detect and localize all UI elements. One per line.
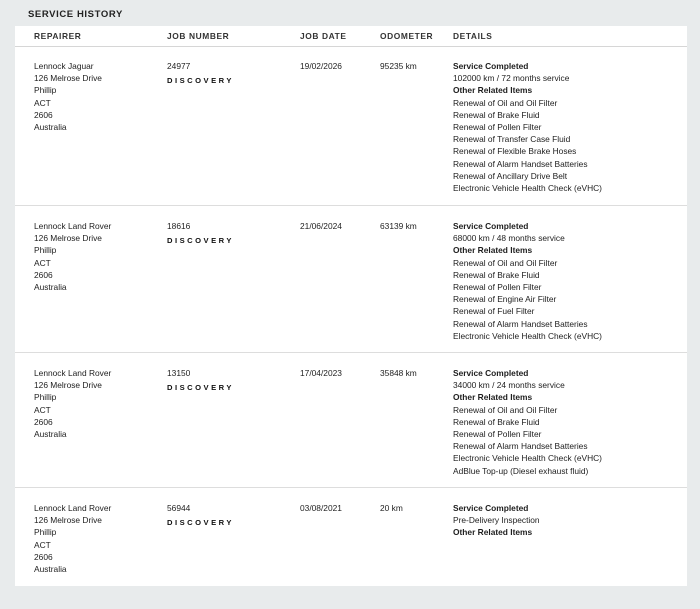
other-related-items-heading: Other Related Items [453,245,533,256]
odometer-reading: 95235 km [380,61,417,71]
repairer-cell: Lennock Land Rover 126 Melrose Drive Phi… [34,502,111,575]
repairer-suburb: Phillip [34,527,57,538]
discovery-logo: DISCOVERY [167,76,234,86]
repairer-suburb: Phillip [34,245,57,256]
related-item: Renewal of Brake Fluid [453,269,540,280]
service-description: Pre-Delivery Inspection [453,515,540,526]
service-description: 102000 km / 72 months service [453,73,570,84]
other-related-items-heading: Other Related Items [453,392,533,403]
repairer-country: Australia [34,429,67,440]
related-item: Renewal of Alarm Handset Batteries [453,318,588,329]
repairer-street: 126 Melrose Drive [34,380,102,391]
table-header: REPAIRER JOB NUMBER JOB DATE ODOMETER DE… [15,26,687,47]
details-cell: Service Completed Pre-Delivery Inspectio… [453,502,673,539]
details-cell: Service Completed 34000 km / 24 months s… [453,367,673,477]
related-item: Renewal of Flexible Brake Hoses [453,146,577,157]
repairer-name: Lennock Land Rover [34,503,112,513]
repairer-country: Australia [34,122,67,133]
related-item: Renewal of Oil and Oil Filter [453,97,558,108]
repairer-suburb: Phillip [34,392,57,403]
job-date: 17/04/2023 [300,368,342,378]
odometer-reading: 35848 km [380,368,417,378]
related-item: Electronic Vehicle Health Check (eVHC) [453,183,602,194]
repairer-street: 126 Melrose Drive [34,73,102,84]
repairer-state: ACT [34,539,51,550]
service-completed-heading: Service Completed [453,368,529,378]
odometer-reading: 63139 km [380,221,417,231]
discovery-logo: DISCOVERY [167,236,234,246]
repairer-postcode: 2606 [34,551,53,562]
related-item: Renewal of Brake Fluid [453,416,540,427]
discovery-logo: DISCOVERY [167,518,234,528]
related-item: AdBlue Top-up (Diesel exhaust fluid) [453,465,589,476]
service-description: 34000 km / 24 months service [453,380,565,391]
repairer-suburb: Phillip [34,85,57,96]
job-number-cell: 56944 DISCOVERY [167,502,234,529]
job-date: 21/06/2024 [300,221,342,231]
other-related-items-heading: Other Related Items [453,527,533,538]
odometer-reading: 20 km [380,503,403,513]
related-item: Renewal of Pollen Filter [453,122,542,133]
related-item: Renewal of Alarm Handset Batteries [453,158,588,169]
repairer-state: ACT [34,257,51,268]
related-item: Renewal of Fuel Filter [453,306,535,317]
column-header-repairer: REPAIRER [34,31,82,41]
repairer-street: 126 Melrose Drive [34,233,102,244]
details-cell: Service Completed 68000 km / 48 months s… [453,220,673,342]
repairer-postcode: 2606 [34,269,53,280]
job-number: 56944 [167,503,191,513]
table-row: Lennock Land Rover 126 Melrose Drive Phi… [15,502,687,582]
repairer-name: Lennock Land Rover [34,221,112,231]
service-history-table: REPAIRER JOB NUMBER JOB DATE ODOMETER DE… [15,26,687,586]
job-number-cell: 13150 DISCOVERY [167,367,234,394]
section-title: SERVICE HISTORY [28,9,123,20]
related-item: Renewal of Oil and Oil Filter [453,257,558,268]
repairer-cell: Lennock Land Rover 126 Melrose Drive Phi… [34,220,111,293]
job-number-cell: 24977 DISCOVERY [167,60,234,87]
related-item: Electronic Vehicle Health Check (eVHC) [453,453,602,464]
job-number: 24977 [167,61,191,71]
job-date: 19/02/2026 [300,61,342,71]
table-row: Lennock Jaguar 126 Melrose Drive Phillip… [15,60,687,206]
column-header-details: DETAILS [453,31,493,41]
related-item: Renewal of Pollen Filter [453,429,542,440]
related-item: Renewal of Ancillary Drive Belt [453,170,568,181]
repairer-cell: Lennock Jaguar 126 Melrose Drive Phillip… [34,60,102,133]
related-item: Electronic Vehicle Health Check (eVHC) [453,330,602,341]
repairer-state: ACT [34,97,51,108]
job-number-cell: 18616 DISCOVERY [167,220,234,247]
repairer-postcode: 2606 [34,416,53,427]
repairer-postcode: 2606 [34,109,53,120]
job-number: 13150 [167,368,191,378]
table-row: Lennock Land Rover 126 Melrose Drive Phi… [15,220,687,353]
column-header-job-date: JOB DATE [300,31,347,41]
service-completed-heading: Service Completed [453,221,529,231]
column-header-odometer: ODOMETER [380,31,434,41]
repairer-country: Australia [34,282,67,293]
service-completed-heading: Service Completed [453,503,529,513]
column-header-job-number: JOB NUMBER [167,31,230,41]
table-row: Lennock Land Rover 126 Melrose Drive Phi… [15,367,687,488]
service-description: 68000 km / 48 months service [453,233,565,244]
repairer-name: Lennock Land Rover [34,368,112,378]
details-cell: Service Completed 102000 km / 72 months … [453,60,673,194]
related-item: Renewal of Oil and Oil Filter [453,404,558,415]
related-item: Renewal of Transfer Case Fluid [453,134,571,145]
repairer-name: Lennock Jaguar [34,61,94,71]
repairer-state: ACT [34,404,51,415]
other-related-items-heading: Other Related Items [453,85,533,96]
related-item: Renewal of Alarm Handset Batteries [453,441,588,452]
discovery-logo: DISCOVERY [167,383,234,393]
repairer-cell: Lennock Land Rover 126 Melrose Drive Phi… [34,367,111,440]
job-number: 18616 [167,221,191,231]
related-item: Renewal of Engine Air Filter [453,294,557,305]
related-item: Renewal of Brake Fluid [453,109,540,120]
related-item: Renewal of Pollen Filter [453,282,542,293]
repairer-street: 126 Melrose Drive [34,515,102,526]
service-completed-heading: Service Completed [453,61,529,71]
job-date: 03/08/2021 [300,503,342,513]
repairer-country: Australia [34,564,67,575]
service-history-page: SERVICE HISTORY REPAIRER JOB NUMBER JOB … [0,0,700,609]
